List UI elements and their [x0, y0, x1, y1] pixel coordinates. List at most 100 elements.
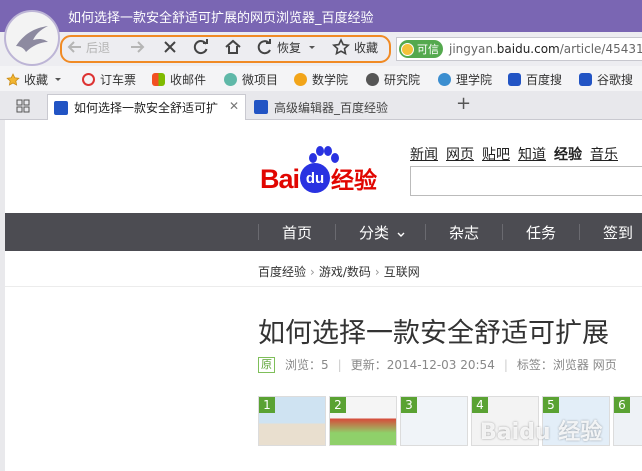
refresh-button[interactable] — [192, 35, 210, 59]
restore-icon — [257, 39, 271, 55]
url-domain: baidu.com — [496, 42, 560, 56]
tab-label: 高级编辑器_百度经验 — [274, 100, 389, 115]
nav-item-label: 分类 — [359, 224, 390, 242]
thumbnail-number: 2 — [330, 397, 346, 413]
trust-badge[interactable]: 可信 — [399, 40, 443, 58]
meta-divider: | — [503, 357, 508, 372]
cloud-icon — [224, 72, 237, 86]
new-tab-button[interactable]: + — [456, 93, 471, 114]
web-page: Bai du 经验 新闻 网页 贴吧 知道 经验 音乐 首页 分类 杂志 任务 … — [0, 120, 642, 471]
home-button[interactable] — [224, 35, 242, 59]
thumbnail[interactable]: 1 — [258, 396, 326, 446]
person-icon — [438, 72, 451, 86]
nav-divider — [258, 224, 259, 240]
star-outline-icon — [332, 38, 350, 56]
nav-item-magazine[interactable]: 杂志 — [449, 222, 479, 243]
nav-divider — [579, 224, 580, 240]
tab-active[interactable]: 如何选择一款安全舒适可扩 ✕ — [47, 94, 246, 120]
window-title: 如何选择一款安全舒适可扩展的网页浏览器_百度经验 — [68, 11, 374, 26]
paw-icon — [579, 72, 592, 86]
refresh-icon — [193, 39, 208, 55]
restore-button[interactable]: 恢复 — [256, 35, 317, 59]
tags: 标签：浏览器 网页 — [516, 358, 617, 372]
bookmark-item[interactable]: 研究院 — [366, 70, 420, 88]
nav-item-category[interactable]: 分类 — [359, 222, 405, 243]
search-input[interactable] — [410, 166, 642, 196]
article-meta: 原 浏览：5 | 更新：2014-12-03 20:54 | 标签：浏览器 网页 — [258, 356, 617, 373]
bookmark-item[interactable]: 理学院 — [438, 70, 492, 88]
tab-label: 如何选择一款安全舒适可扩 — [74, 101, 219, 115]
windows-icon — [152, 72, 165, 86]
bookmark-item[interactable]: 谷歌搜 — [579, 70, 633, 88]
star-icon — [6, 72, 20, 86]
chevron-down-icon — [397, 232, 405, 237]
bookmark-item[interactable]: 订车票 — [82, 70, 136, 88]
address-bar[interactable]: 可信 jingyan.baidu.com/article/454316 — [396, 37, 642, 61]
paw-icon — [254, 100, 268, 114]
thumbnail-number: 5 — [543, 397, 559, 413]
watermark: Baidu 经验 — [480, 420, 603, 445]
tab-grid-button[interactable] — [16, 98, 30, 117]
url-text[interactable]: jingyan.baidu.com/article/454316 — [449, 42, 642, 56]
forward-arrow-icon — [131, 41, 145, 53]
swallow-logo-icon — [16, 26, 48, 52]
nav-divider — [425, 224, 426, 240]
bookmark-label: 理学院 — [456, 72, 493, 87]
bookmark-label: 收邮件 — [170, 72, 207, 87]
tab-bar: 如何选择一款安全舒适可扩 ✕ 高级编辑器_百度经验 + — [0, 91, 642, 120]
favorite-button[interactable]: 收藏 — [332, 35, 378, 59]
article-title: 如何选择一款安全舒适可扩展 — [258, 318, 609, 349]
bookmark-label: 百度搜 — [526, 72, 563, 87]
chevron-right-icon: › — [374, 265, 380, 279]
paw-icon — [54, 100, 68, 115]
original-badge: 原 — [258, 356, 275, 373]
back-arrow-icon — [67, 41, 81, 53]
thumbnail[interactable]: 2 — [329, 396, 397, 446]
browser-logo[interactable] — [4, 10, 60, 66]
breadcrumb: 百度经验 › 游戏/数码 › 互联网 — [258, 263, 420, 280]
page-gutter — [0, 120, 5, 471]
bookmark-label: 谷歌搜 — [597, 72, 634, 87]
topnav-link[interactable]: 音乐 — [590, 144, 618, 164]
thumbnail-number: 6 — [614, 397, 630, 413]
tab-inactive[interactable]: 高级编辑器_百度经验 — [248, 94, 446, 120]
bookmark-label: 微项目 — [242, 72, 279, 87]
restore-label: 恢复 — [277, 40, 302, 55]
nav-item-checkin[interactable]: 签到 — [603, 222, 633, 243]
gear-icon — [366, 72, 379, 86]
chevron-down-icon — [55, 78, 62, 81]
favorite-label: 收藏 — [354, 40, 379, 55]
stop-button[interactable] — [161, 35, 179, 59]
bookmark-item[interactable]: 收邮件 — [152, 70, 206, 88]
nav-item-home[interactable]: 首页 — [282, 222, 312, 243]
thumbnail-number: 3 — [401, 397, 417, 413]
topnav-link[interactable]: 贴吧 — [482, 144, 510, 164]
thumbnail[interactable]: 6 — [613, 396, 642, 446]
topnav-link[interactable]: 新闻 — [410, 144, 438, 164]
breadcrumb-link[interactable]: 游戏/数码 — [319, 265, 371, 279]
breadcrumb-link[interactable]: 互联网 — [384, 265, 420, 279]
top-nav: 新闻 网页 贴吧 知道 经验 音乐 — [410, 144, 618, 164]
bookmark-label: 收藏 — [24, 72, 49, 87]
updated-time: 更新：2014-12-03 20:54 — [350, 358, 495, 372]
trust-label: 可信 — [417, 43, 439, 56]
shield-icon — [401, 42, 414, 56]
bookmark-label: 订车票 — [100, 72, 137, 87]
bookmark-item[interactable]: 百度搜 — [508, 70, 562, 88]
bookmark-label: 数学院 — [312, 72, 349, 87]
bookmark-item-favorites[interactable]: 收藏 — [6, 70, 62, 88]
bookmark-item[interactable]: 数学院 — [294, 70, 348, 88]
browser-window: 如何选择一款安全舒适可扩展的网页浏览器_百度经验 后退 恢复 收藏 可信 jin… — [0, 0, 642, 471]
topnav-link[interactable]: 知道 — [518, 144, 546, 164]
topnav-link-current[interactable]: 经验 — [554, 144, 582, 164]
url-path: /article/454316 — [559, 42, 642, 56]
nav-divider — [502, 224, 503, 240]
nav-item-tasks[interactable]: 任务 — [526, 222, 556, 243]
topnav-link[interactable]: 网页 — [446, 144, 474, 164]
thumbnail[interactable]: 3 — [400, 396, 468, 446]
close-icon[interactable]: ✕ — [229, 99, 239, 113]
forward-button[interactable] — [128, 35, 146, 59]
bookmark-item[interactable]: 微项目 — [224, 70, 278, 88]
breadcrumb-link[interactable]: 百度经验 — [258, 265, 306, 279]
back-button[interactable]: 后退 — [66, 35, 110, 59]
